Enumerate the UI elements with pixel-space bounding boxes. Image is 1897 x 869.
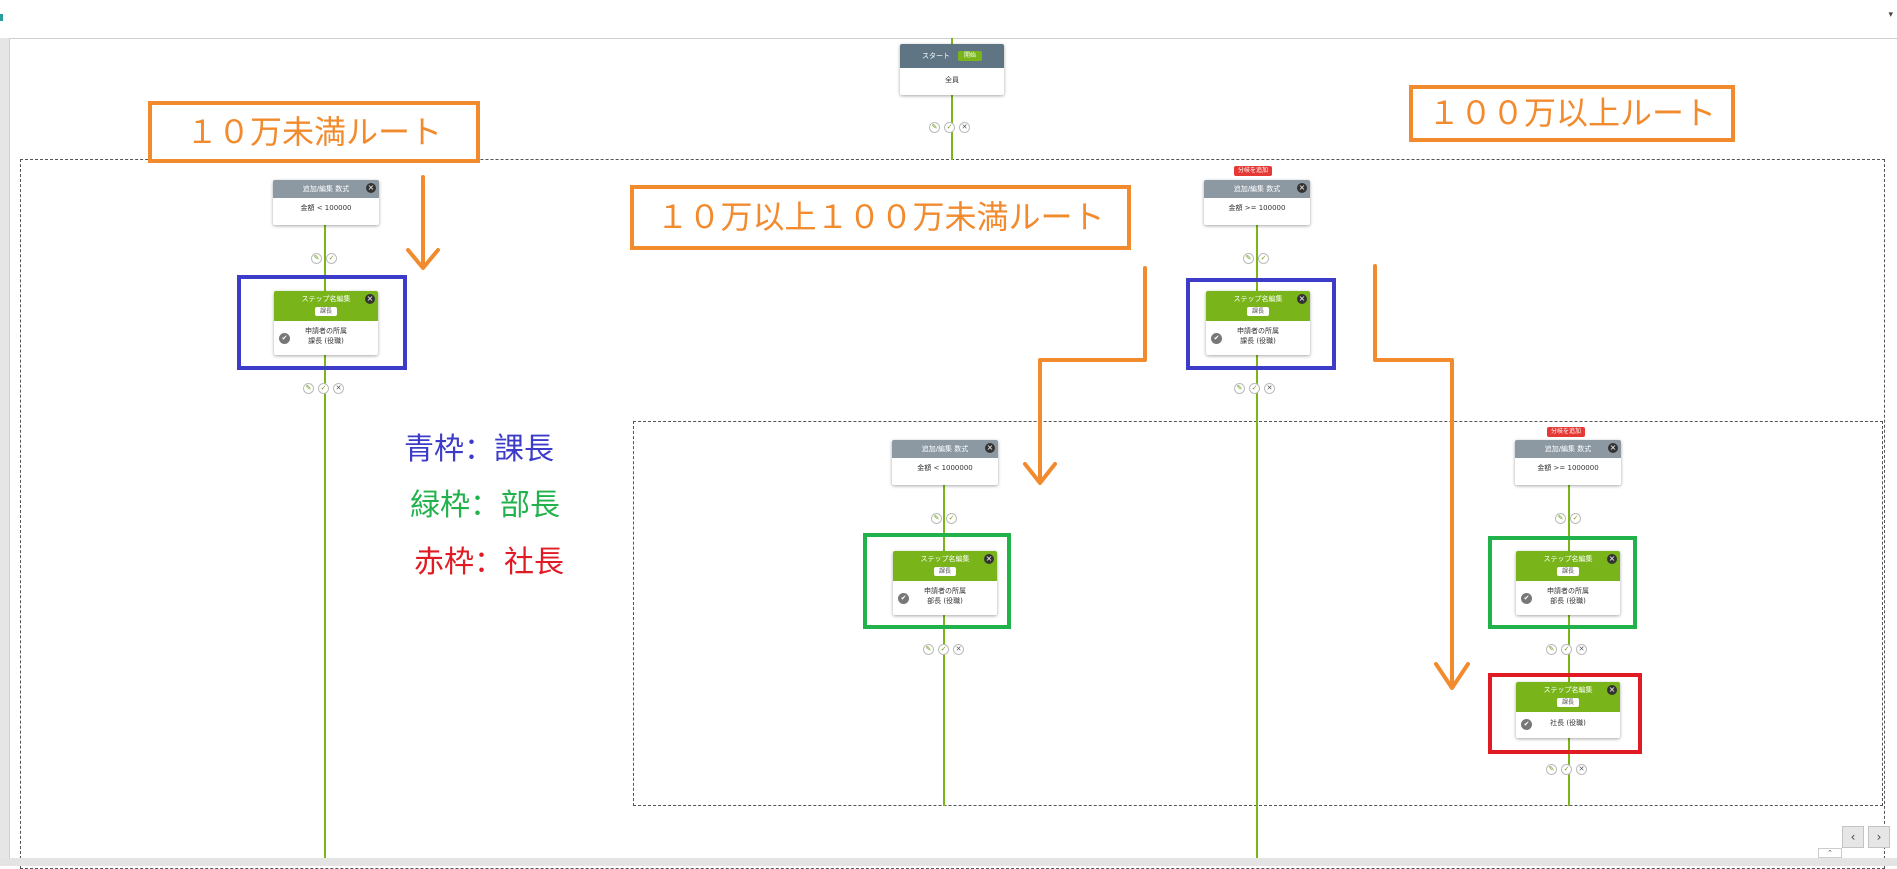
nav-prev-button[interactable]: ‹ [1842, 826, 1864, 848]
scroll-up-button[interactable]: ⌃ [1818, 848, 1842, 858]
nav-next-button[interactable]: › [1868, 826, 1890, 848]
arrow-over-100man [1373, 264, 1470, 690]
legend-green: 緑枠：部長 [410, 488, 560, 523]
arrow-10man-100man [1023, 266, 1147, 485]
workflow-canvas: スタート 開始 全員 ✎ ✓ ✕ 追加/編集 数式 × 金額 < 100000 ✎ ✓ 分… [0, 0, 1897, 869]
legend-blue: 青枠：課長 [404, 432, 554, 467]
annotation-arrows [406, 175, 1470, 690]
arrow-under-10man [406, 175, 440, 270]
legend-red: 赤枠：社長 [414, 545, 564, 580]
bottom-scrollbar[interactable] [0, 858, 1897, 866]
